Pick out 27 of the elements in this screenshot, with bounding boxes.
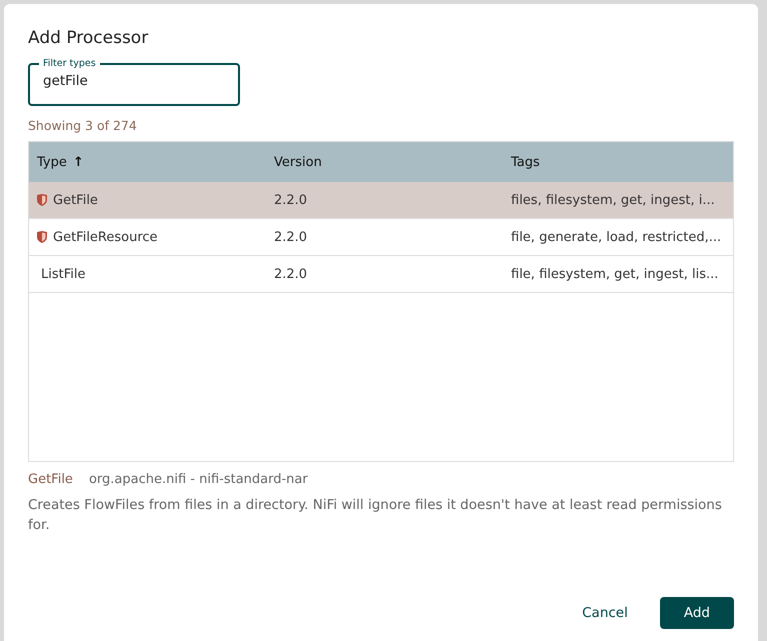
- processor-name: GetFile: [28, 472, 73, 487]
- column-header[interactable]: Type ↑: [29, 154, 266, 170]
- cancel-button[interactable]: Cancel: [566, 597, 644, 629]
- filter-field[interactable]: Filter types getFile: [28, 58, 240, 106]
- table-cell: 2.2.0: [274, 230, 308, 244]
- bundle-name: org.apache.nifi - nifi-standard-nar: [88, 472, 308, 487]
- filter-input[interactable]: getFile: [43, 73, 223, 89]
- shield-icon: [37, 194, 47, 206]
- table-cell: file, generate, load, restricted,...: [511, 230, 722, 244]
- result-count: Showing 3 of 274: [28, 118, 138, 133]
- table-row[interactable]: GetFile 2.2.0 files, filesystem, get, ingest, i...: [29, 182, 733, 219]
- table-row[interactable]: GetFileResource 2.2.0 file, generate, load, restricted,...: [29, 219, 733, 256]
- table-cell: files, filesystem, get, ingest, i...: [511, 192, 715, 208]
- column-header[interactable]: Version: [266, 154, 503, 170]
- table-cell: GetFileResource: [53, 230, 158, 244]
- table-cell: file, filesystem, get, ingest, lis...: [511, 266, 718, 282]
- table-cell: 2.2.0: [274, 192, 308, 208]
- column-header[interactable]: Tags: [503, 154, 733, 170]
- shield-icon: [37, 231, 47, 243]
- processor-description: Creates FlowFiles from files in a directory. NiFi will ignore files it doesn't have at least read permissions for.: [28, 496, 723, 535]
- table-cell: 2.2.0: [274, 266, 308, 282]
- table-cell: GetFile: [53, 192, 98, 208]
- dialog-title: Add Processor: [28, 28, 150, 48]
- table-cell: ListFile: [41, 266, 86, 282]
- add-button[interactable]: Add: [660, 597, 734, 629]
- table-row[interactable]: ListFile 2.2.0 file, filesystem, get, ingest, lis...: [29, 256, 733, 293]
- field-label: Filter types: [42, 58, 97, 70]
